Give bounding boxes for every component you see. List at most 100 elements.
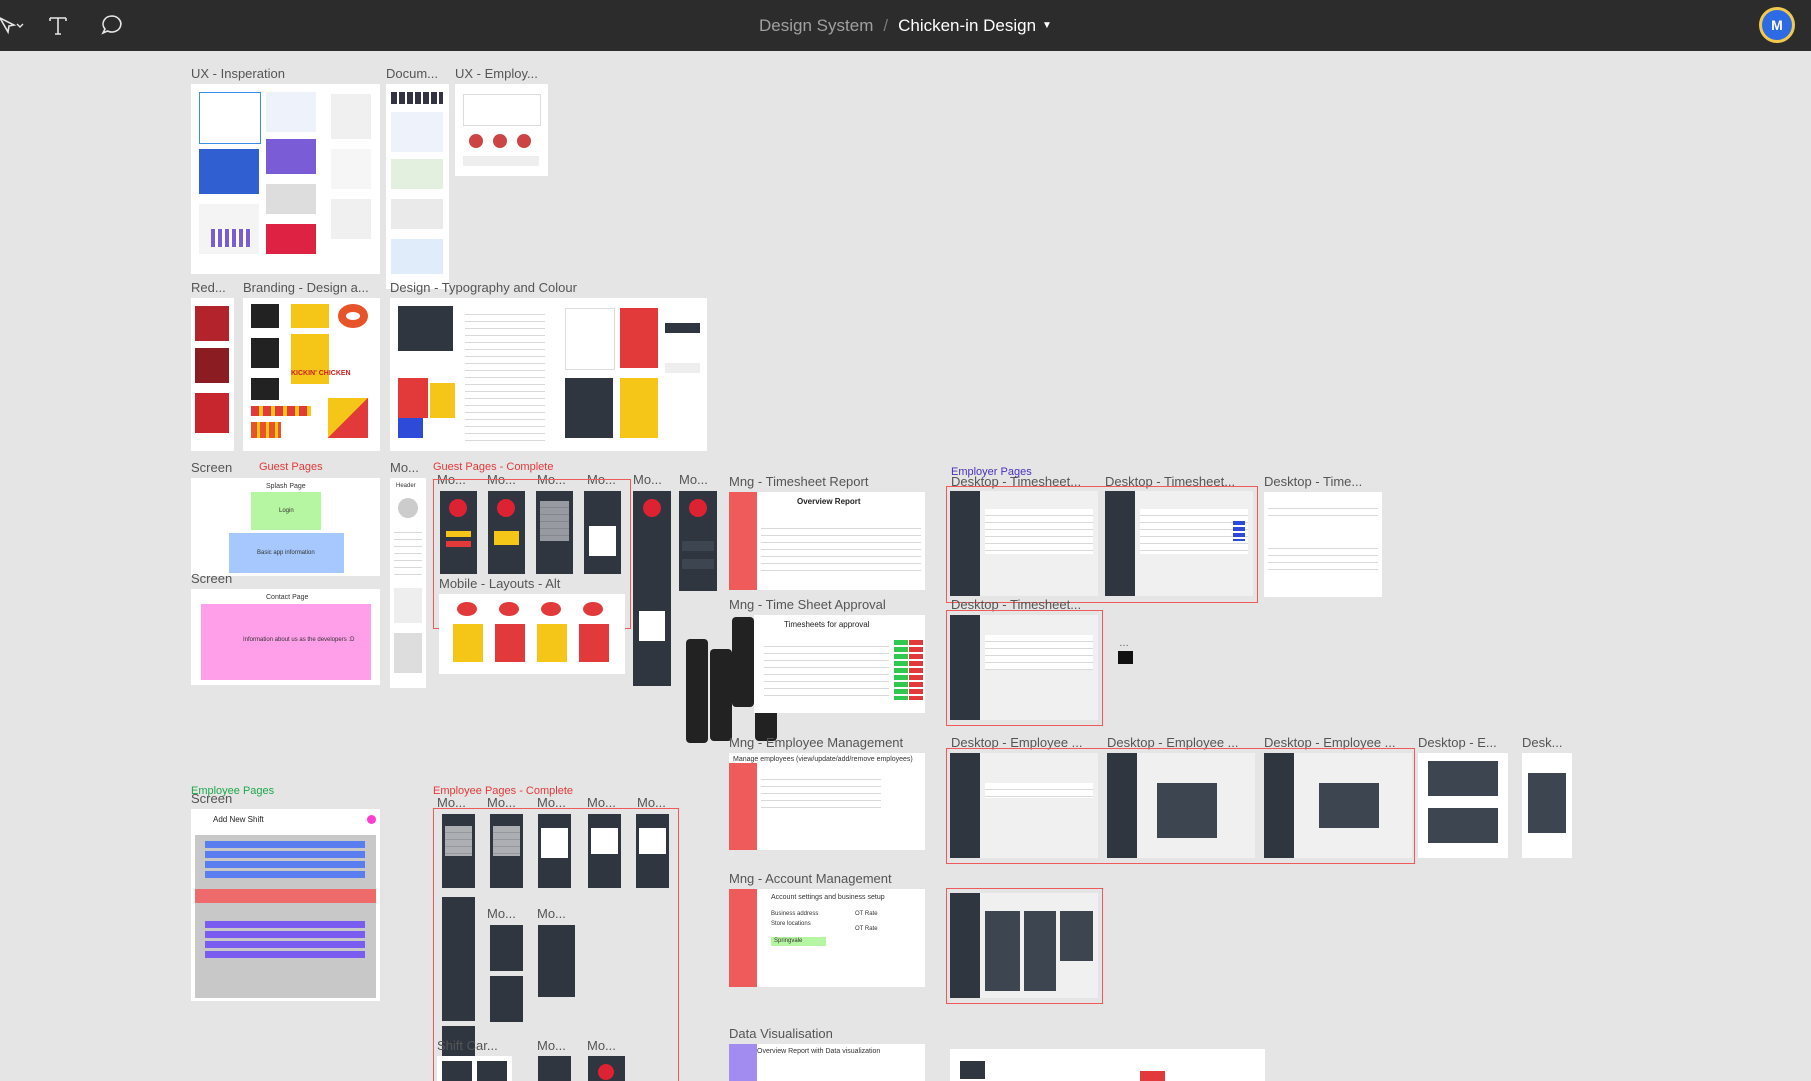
mobile-screen-thumb[interactable] [538, 925, 575, 997]
top-toolbar: Design System / Chicken-in Design ▼ M [0, 0, 1811, 51]
frame-employee-shift-screen[interactable]: Add New Shift [191, 809, 380, 1001]
desktop-timesheet-thumb[interactable] [1264, 492, 1382, 597]
account-settings-title: Account settings and business setup [771, 894, 885, 901]
frame-mobile-layouts-alt[interactable] [439, 594, 625, 674]
frame-label[interactable]: Desktop - Time... [1264, 474, 1362, 489]
frame-label[interactable]: UX - Employ... [455, 66, 538, 81]
mobile-screen-thumb[interactable] [488, 491, 525, 574]
desktop-timesheet-thumb[interactable] [1105, 491, 1253, 596]
mobile-screen-thumb[interactable] [588, 1056, 625, 1081]
ot-rate-label-1: OT Rate [855, 911, 878, 917]
frame-label[interactable]: Mng - Account Management [729, 871, 892, 886]
design-canvas[interactable]: UX - Insperation Docum... UX - Employ...… [0, 51, 1811, 1081]
frame-contact-screen[interactable]: Contact Page Information about us as the… [191, 589, 380, 685]
frame-label[interactable]: Mo... [537, 906, 566, 921]
frame-red[interactable] [191, 298, 234, 451]
desktop-employee-thumb[interactable] [1107, 753, 1255, 858]
overview-report-title: Overview Report [797, 497, 861, 506]
phone-mockup[interactable] [732, 617, 754, 707]
frame-data-visualisation-2[interactable] [950, 1049, 1265, 1081]
desktop-employee-thumb[interactable] [1522, 753, 1572, 858]
mobile-screen-thumb[interactable] [442, 897, 475, 1021]
frame-mng-timesheet-approval[interactable]: Timesheets for approval [754, 615, 925, 713]
frame-branding[interactable]: KICKIN' CHICKEN [243, 298, 380, 451]
business-address-label: Business address [771, 911, 819, 917]
frame-label[interactable]: Design - Typography and Colour [390, 280, 577, 295]
frame-label[interactable]: UX - Insperation [191, 66, 285, 81]
frame-label[interactable]: Mo... [587, 1038, 616, 1053]
manage-employees-title: Manage employees (view/update/add/remove… [733, 756, 913, 763]
frame-label[interactable]: Screen [191, 791, 232, 806]
frame-mng-employee-management[interactable]: Manage employees (view/update/add/remove… [729, 753, 925, 850]
mobile-screen-thumb[interactable] [538, 1056, 571, 1081]
frame-label[interactable]: Mng - Timesheet Report [729, 474, 868, 489]
frame-typography-colour[interactable] [390, 298, 707, 451]
mobile-screen-thumb[interactable] [490, 925, 523, 971]
desktop-employee-thumb[interactable] [1418, 753, 1508, 858]
frame-label[interactable]: Shift Car... [437, 1038, 498, 1053]
springvale-label: Springvale [774, 938, 803, 944]
phone-mockup[interactable] [686, 639, 708, 743]
desktop-employee-thumb[interactable] [1264, 753, 1412, 858]
mobile-screen-thumb[interactable] [588, 814, 621, 888]
frame-label[interactable]: Mobile - Layouts - Alt [439, 576, 560, 591]
frame-label[interactable]: Mo... [679, 472, 708, 487]
breadcrumb-separator: / [883, 15, 889, 35]
avatar[interactable]: M [1759, 7, 1795, 43]
mobile-screen-thumb[interactable] [584, 491, 621, 574]
mobile-screen-thumb[interactable] [490, 814, 523, 888]
desktop-timesheet-thumb[interactable] [950, 491, 1098, 596]
mobile-screen-thumb[interactable] [440, 491, 477, 574]
mobile-screen-thumb[interactable] [633, 491, 671, 686]
store-locations-label: Store locations [771, 921, 811, 927]
add-new-shift-title: Add New Shift [213, 815, 264, 824]
frame-label[interactable]: Mng - Employee Management [729, 735, 903, 750]
mobile-screen-thumb[interactable] [538, 814, 571, 888]
small-frame[interactable] [1118, 651, 1133, 664]
mobile-screen-thumb[interactable] [636, 814, 669, 888]
frame-shift-card[interactable] [437, 1056, 512, 1081]
frame-mobile-wireframe[interactable]: Header [390, 478, 426, 688]
desktop-employee-thumb[interactable] [950, 753, 1098, 858]
frame-label[interactable]: Red... [191, 280, 226, 295]
chevron-down-icon[interactable]: ▼ [1042, 20, 1052, 31]
basic-info-label: Basic app information [257, 550, 315, 556]
frame-data-visualisation[interactable]: Overview Report with Data visualization [729, 1044, 925, 1081]
mobile-screen-thumb[interactable] [679, 491, 717, 591]
phone-mockup[interactable] [710, 649, 732, 741]
frame-label[interactable]: Mo... [537, 1038, 566, 1053]
mobile-screen-thumb[interactable] [490, 976, 523, 1022]
mobile-screen-thumb[interactable] [536, 491, 573, 574]
splash-title: Splash Page [266, 483, 306, 490]
overview-data-vis-title: Overview Report with Data visualization [757, 1048, 881, 1055]
frame-ux-insperation[interactable] [191, 84, 380, 274]
frame-label[interactable]: Branding - Design a... [243, 280, 369, 295]
more-icon[interactable]: … [1119, 638, 1129, 649]
contact-title: Contact Page [266, 594, 309, 601]
breadcrumb-project[interactable]: Design System [759, 16, 873, 36]
frame-label[interactable]: Desk... [1522, 735, 1562, 750]
breadcrumb: Design System / Chicken-in Design ▼ [0, 0, 1811, 51]
frame-label[interactable]: Mng - Time Sheet Approval [729, 597, 886, 612]
login-label: Login [279, 508, 294, 514]
frame-label[interactable]: Mo... [487, 906, 516, 921]
frame-mng-account-management[interactable]: Account settings and business setup Busi… [729, 889, 925, 987]
frame-label[interactable]: Screen [191, 571, 232, 586]
section-label-guest-pages: Guest Pages [259, 461, 323, 473]
frame-label[interactable]: Mo... [390, 460, 419, 475]
mobile-screen-thumb[interactable] [442, 814, 475, 888]
frame-label[interactable]: Screen [191, 460, 232, 475]
frame-label[interactable]: Data Visualisation [729, 1026, 833, 1041]
frame-ux-employee[interactable] [455, 84, 548, 176]
frame-label[interactable]: Mo... [633, 472, 662, 487]
contact-info: Information about us as the developers :… [243, 637, 355, 643]
desktop-timesheet-thumb[interactable] [950, 615, 1098, 720]
brand-logo-text: KICKIN' CHICKEN [291, 370, 351, 377]
frame-label[interactable]: Desktop - E... [1418, 735, 1497, 750]
desktop-account-thumb[interactable] [950, 893, 1098, 998]
frame-mng-timesheet-report[interactable]: Overview Report [729, 492, 925, 590]
frame-documentation[interactable] [386, 84, 449, 289]
frame-label[interactable]: Docum... [386, 66, 438, 81]
frame-splash-screen[interactable]: Splash Page Login Basic app information [191, 478, 380, 576]
breadcrumb-file[interactable]: Chicken-in Design [898, 16, 1036, 36]
